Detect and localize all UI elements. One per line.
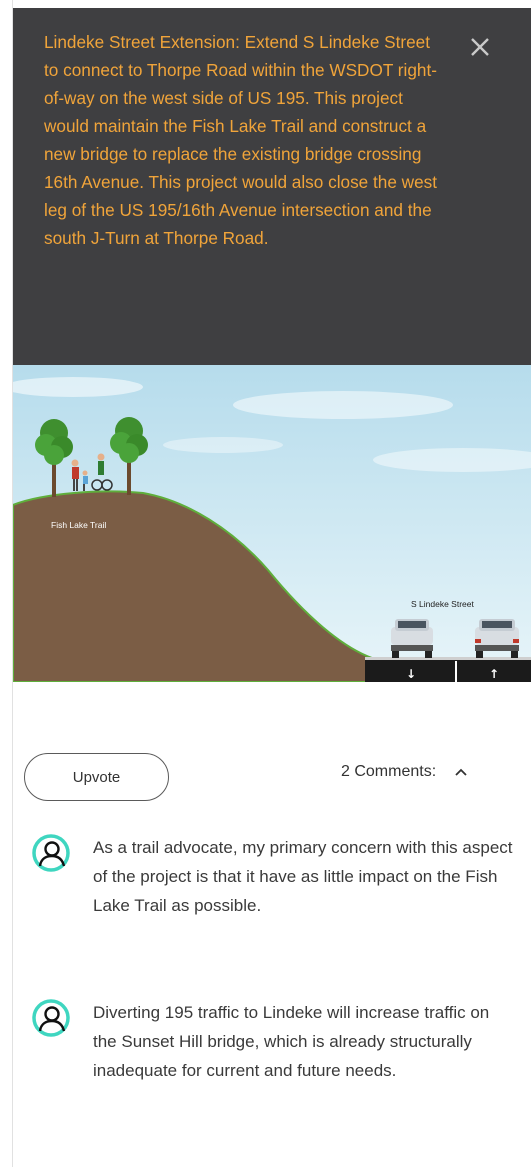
close-icon[interactable] <box>465 32 495 62</box>
comments-count-label: 2 Comments: <box>341 763 437 780</box>
project-popup: Lindeke Street Extension: Extend S Linde… <box>13 8 531 1167</box>
street-label: S Lindeke Street <box>411 599 474 609</box>
popup-header: Lindeke Street Extension: Extend S Linde… <box>13 8 531 365</box>
left-border <box>0 0 13 1167</box>
road-arrow-up: ↑ <box>489 667 499 681</box>
comment-text: Diverting 195 traffic to Lindeke will in… <box>93 1003 490 1080</box>
comments-toggle[interactable]: 2 Comments: <box>341 763 468 781</box>
user-avatar-icon <box>32 999 70 1037</box>
comment-text: As a trail advocate, my primary concern … <box>93 838 513 915</box>
road <box>365 659 531 682</box>
road-arrow-down: ↓ <box>406 667 416 681</box>
user-avatar-icon <box>32 834 70 872</box>
project-description: Lindeke Street Extension: Extend S Linde… <box>44 32 438 248</box>
chevron-up-icon <box>455 768 467 776</box>
trail-label: Fish Lake Trail <box>51 520 106 530</box>
action-bar: Upvote 2 Comments: <box>13 753 531 807</box>
upvote-button[interactable]: Upvote <box>24 753 169 801</box>
cross-section-illustration: Fish Lake Trail ↓ ↑ S Lindeke Street <box>13 365 531 682</box>
